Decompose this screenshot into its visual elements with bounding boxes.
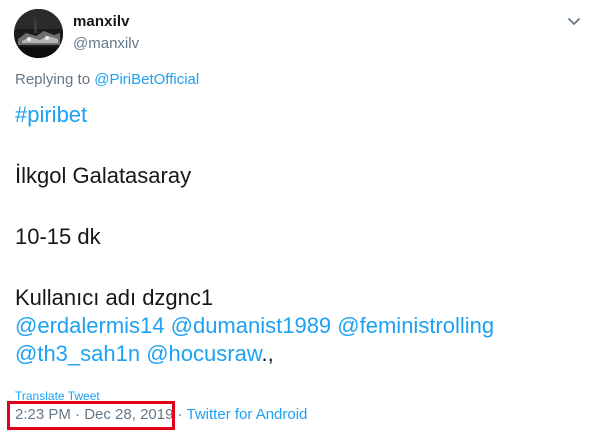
tweet-text-line: 10-15 dk: [15, 224, 101, 249]
tweet-mentions-line: @th3_sah1n @hocusraw.,: [15, 340, 274, 368]
replying-to: Replying to @PiriBetOfficial: [15, 71, 199, 88]
avatar[interactable]: [14, 9, 63, 58]
mention-link[interactable]: @th3_sah1n: [15, 341, 140, 366]
mention-link[interactable]: @dumanist1989: [171, 313, 332, 338]
tweet-text-line: İlkgol Galatasaray: [15, 163, 192, 188]
chevron-down-icon[interactable]: [566, 14, 582, 30]
user-handle[interactable]: @manxilv: [73, 35, 139, 52]
replying-to-prefix: Replying to: [15, 71, 95, 88]
tweet-source-link[interactable]: Twitter for Android: [187, 406, 308, 423]
hashtag-link[interactable]: #piribet: [15, 102, 87, 127]
meta-separator: ·: [173, 406, 187, 423]
avatar-image: [14, 9, 63, 58]
mention-link[interactable]: @hocusraw: [146, 341, 261, 366]
tweet-text-line: Kullanıcı adı dzgnc1: [15, 285, 214, 310]
tweet-mentions-line: @erdalermis14 @dumanist1989 @feministrol…: [15, 312, 494, 340]
mention-link[interactable]: @erdalermis14: [15, 313, 165, 338]
tweet-trailing-text: .,: [261, 341, 274, 366]
timestamp-highlight-box: [7, 401, 175, 430]
display-name[interactable]: manxilv: [73, 13, 130, 30]
reply-to-mention-link[interactable]: @PiriBetOfficial: [94, 71, 199, 88]
tweet-text-hashtag-line: #piribet: [15, 101, 87, 129]
mention-link[interactable]: @feministrolling: [337, 313, 494, 338]
